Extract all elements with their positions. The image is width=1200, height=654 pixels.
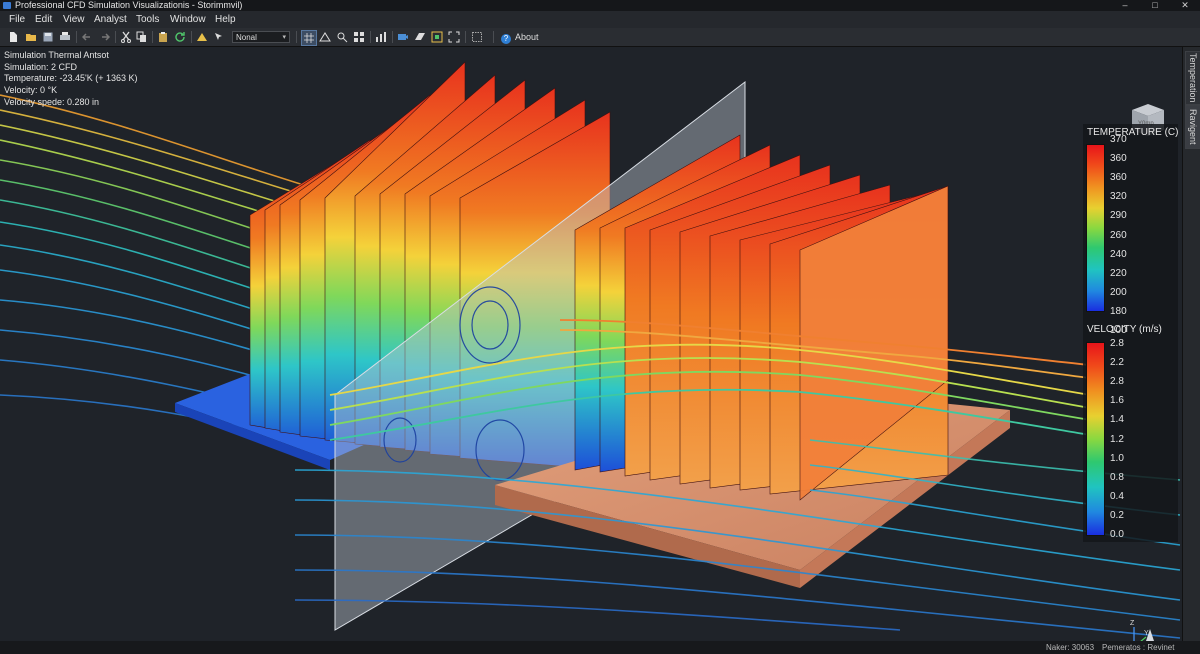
toolbar-separator bbox=[370, 31, 371, 43]
toolbar-separator bbox=[76, 31, 77, 43]
info-line: Velocity: 0 °K bbox=[4, 85, 58, 96]
velocity-tick: 2.8 bbox=[1110, 338, 1124, 349]
info-line: Simulation Thermal Antsot bbox=[4, 50, 109, 60]
info-line: Simulation: 2 CFD bbox=[4, 61, 78, 72]
temperature-tick: 360 bbox=[1110, 172, 1127, 184]
toolbar-separator bbox=[191, 31, 192, 43]
redo-icon[interactable] bbox=[97, 30, 111, 44]
chevron-down-icon: ▾ bbox=[282, 34, 286, 41]
velocity-tick: 1.2 bbox=[1110, 433, 1124, 445]
grid-toggle-icon[interactable] bbox=[301, 30, 317, 46]
display-mode-dropdown[interactable]: Nonal ▾ bbox=[232, 31, 290, 43]
probe-icon[interactable] bbox=[335, 30, 349, 44]
velocity-tick: 2.2 bbox=[1110, 357, 1124, 369]
zoom-region-icon[interactable] bbox=[447, 30, 461, 44]
grid-view-icon[interactable] bbox=[352, 30, 366, 44]
velocity-tick: 1.4 bbox=[1110, 414, 1124, 426]
help-icon: ? bbox=[501, 34, 511, 44]
velocity-tick: 0.4 bbox=[1110, 490, 1124, 502]
temperature-tick: 290 bbox=[1110, 210, 1127, 222]
toolbar-separator bbox=[152, 31, 153, 43]
simulation-scene bbox=[0, 61, 1181, 639]
mesh-icon[interactable] bbox=[318, 30, 332, 44]
app-icon bbox=[3, 2, 11, 9]
menu-analyst[interactable]: Analyst bbox=[94, 11, 127, 28]
velocity-tick: 1.6 bbox=[1110, 395, 1124, 407]
simulation-info-overlay: Simulation Thermal Antsot Simulation: 2 … bbox=[4, 50, 138, 109]
save-icon[interactable] bbox=[41, 30, 55, 44]
open-folder-icon[interactable] bbox=[24, 30, 38, 44]
menu-file[interactable]: File bbox=[9, 11, 25, 28]
copy-icon[interactable] bbox=[135, 30, 149, 44]
toolbar-separator bbox=[465, 31, 466, 43]
3d-viewport[interactable]: Y0mp Z Y X bbox=[0, 47, 1182, 641]
status-node-count: Naker: 30063 bbox=[1046, 643, 1095, 652]
info-line: Velocity spede: 0.280 in bbox=[4, 96, 100, 107]
camera-icon[interactable] bbox=[396, 30, 410, 44]
paste-icon[interactable] bbox=[156, 30, 170, 44]
print-icon[interactable] bbox=[58, 30, 72, 44]
velocity-tick: 2.8 bbox=[1110, 376, 1124, 388]
toolbar-separator bbox=[392, 31, 393, 43]
temperature-colorbar bbox=[1086, 144, 1105, 312]
menu-tools[interactable]: Tools bbox=[136, 11, 159, 28]
temperature-tick: 240 bbox=[1110, 248, 1127, 260]
side-panel-tabs: Temperation Ravigent bbox=[1182, 47, 1200, 641]
toolbar: Nonal ▾ ? About bbox=[0, 28, 1200, 47]
measure-icon[interactable] bbox=[195, 30, 209, 44]
about-button[interactable]: ? About bbox=[501, 30, 539, 44]
temperature-tick: 370 bbox=[1110, 134, 1127, 145]
slice-icon[interactable] bbox=[413, 30, 427, 44]
axis-z-label: Z bbox=[1130, 620, 1135, 627]
title-bar: Professional CFD Simulation Visualizatio… bbox=[0, 0, 1200, 11]
temperature-legend-title: TEMPERATURE (C) bbox=[1087, 127, 1179, 138]
velocity-tick: 0.8 bbox=[1110, 471, 1124, 483]
dropdown-value: Nonal bbox=[236, 33, 257, 42]
refresh-icon[interactable] bbox=[173, 30, 187, 44]
toolbar-separator bbox=[493, 31, 494, 43]
close-button[interactable]: ✕ bbox=[1170, 0, 1200, 11]
menu-view[interactable]: View bbox=[63, 11, 85, 28]
menu-bar: File Edit View Analyst Tools Window Help bbox=[0, 11, 1200, 28]
chart-icon[interactable] bbox=[374, 30, 388, 44]
menu-help[interactable]: Help bbox=[215, 11, 236, 28]
status-bar: Naker: 30063 Pemeratos : Revinet bbox=[0, 641, 1200, 654]
axis-triad: Z Y X bbox=[1124, 615, 1176, 641]
fit-view-icon[interactable] bbox=[430, 30, 444, 44]
cut-icon[interactable] bbox=[119, 30, 133, 44]
toolbar-separator bbox=[296, 31, 297, 43]
velocity-tick: 0.2 bbox=[1110, 509, 1124, 521]
color-legend: TEMPERATURE (C) 370 360 360 320 290 260 240 220… bbox=[1083, 124, 1178, 542]
status-parameters: Pemeratos : Revinet bbox=[1102, 643, 1175, 652]
menu-window[interactable]: Window bbox=[170, 11, 206, 28]
velocity-tick: 1.0 bbox=[1110, 452, 1124, 464]
minimize-button[interactable]: – bbox=[1110, 0, 1140, 11]
new-file-icon[interactable] bbox=[6, 30, 20, 44]
info-line: Temperature: -23.45'K (+ 1363 K) bbox=[4, 73, 138, 84]
axis-y-label: Y bbox=[1144, 630, 1149, 637]
toolbar-separator bbox=[115, 31, 116, 43]
velocity-legend-title: VELOCITY (m/s) bbox=[1087, 324, 1162, 335]
about-label: About bbox=[515, 32, 539, 42]
velocity-tick: 0.0 bbox=[1110, 529, 1124, 540]
undo-icon[interactable] bbox=[81, 30, 95, 44]
temperature-tick: 200 bbox=[1110, 286, 1127, 298]
temperature-tick: 260 bbox=[1110, 229, 1127, 241]
tab-temperation[interactable]: Temperation bbox=[1185, 51, 1200, 105]
temperature-tick: 220 bbox=[1110, 267, 1127, 279]
window-title: Professional CFD Simulation Visualizatio… bbox=[15, 0, 243, 10]
maximize-button[interactable]: □ bbox=[1140, 0, 1170, 11]
select-mode-icon[interactable] bbox=[212, 30, 226, 44]
velocity-colorbar bbox=[1086, 342, 1105, 536]
temperature-tick: 360 bbox=[1110, 153, 1127, 165]
temperature-tick: 180 bbox=[1110, 305, 1127, 317]
tab-ravigent[interactable]: Ravigent bbox=[1185, 105, 1200, 149]
temperature-tick: 320 bbox=[1110, 191, 1127, 203]
menu-edit[interactable]: Edit bbox=[35, 11, 52, 28]
dotted-select-icon[interactable] bbox=[470, 30, 484, 44]
